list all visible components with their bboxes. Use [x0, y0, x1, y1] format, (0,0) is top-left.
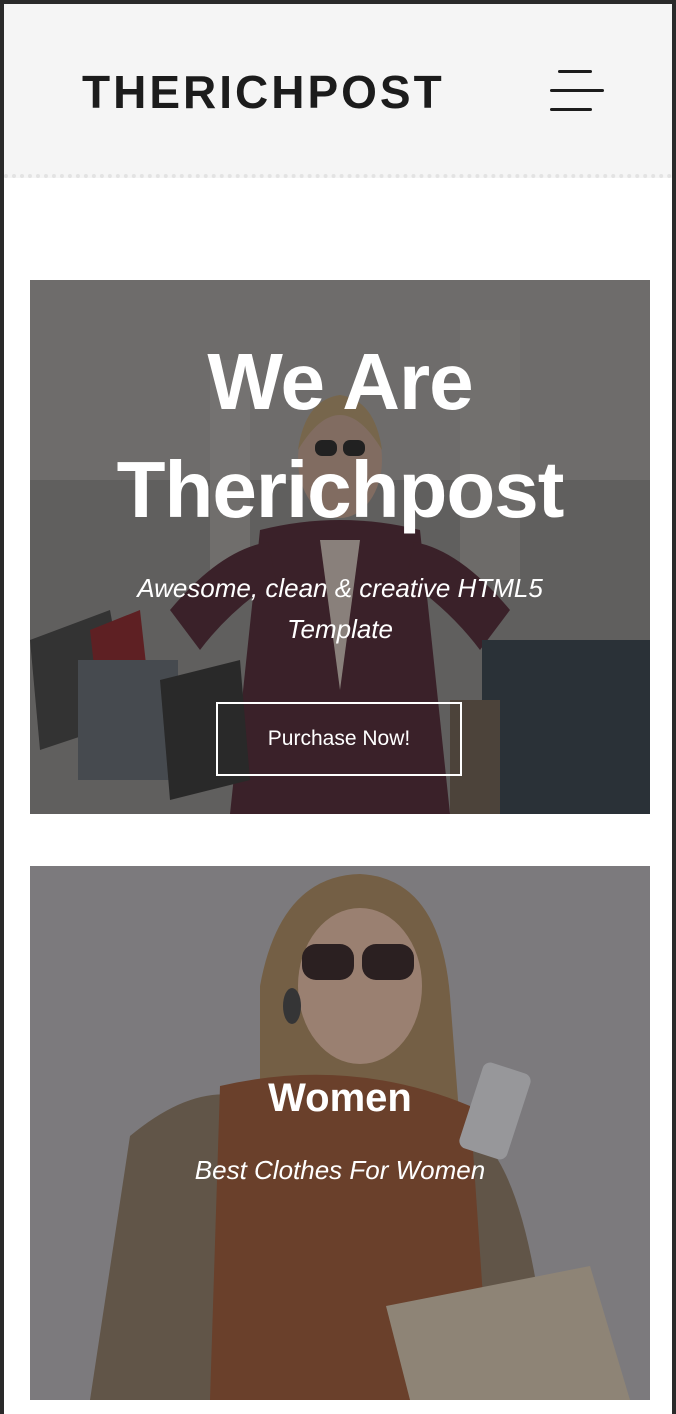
category-title: Women	[268, 1076, 412, 1120]
hamburger-menu-icon[interactable]	[544, 68, 606, 114]
menu-line	[550, 108, 592, 111]
purchase-now-button[interactable]: Purchase Now!	[216, 702, 462, 776]
menu-line	[550, 89, 604, 92]
site-logo[interactable]: THERICHPOST	[82, 62, 445, 122]
card-overlay	[30, 866, 650, 1400]
hero-banner: We Are Therichpost Awesome, clean & crea…	[30, 280, 650, 814]
menu-line	[558, 70, 592, 73]
hero-subtitle: Awesome, clean & creative HTML5 Template	[137, 573, 543, 644]
hero-title: We Are Therichpost	[30, 328, 650, 544]
category-card-women[interactable]: Women Best Clothes For Women	[30, 866, 650, 1400]
category-subtitle: Best Clothes For Women	[194, 1155, 486, 1185]
hero-title-line-1: We Are	[207, 337, 473, 426]
hero-title-line-2: Therichpost	[116, 445, 565, 534]
site-header: THERICHPOST	[4, 4, 672, 178]
page-frame: THERICHPOST We Are Therichpost Awesome, …	[0, 0, 676, 1414]
